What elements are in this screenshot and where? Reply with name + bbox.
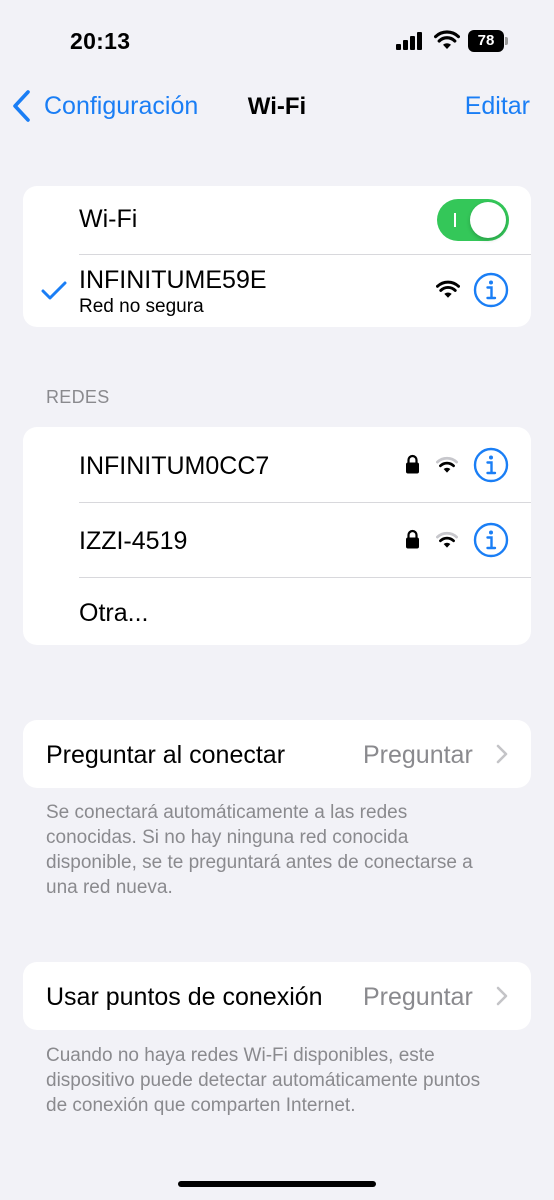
- wifi-toggle-row: Wi-Fi: [23, 186, 531, 254]
- hotspot-value: Preguntar: [363, 983, 473, 1011]
- wifi-toggle[interactable]: [437, 199, 509, 241]
- lock-icon: [406, 529, 419, 549]
- toggle-on-mark: [454, 213, 456, 227]
- cellular-signal-icon: [396, 32, 422, 50]
- chevron-right-icon: [496, 744, 508, 764]
- network-row-1[interactable]: IZZI-4519: [23, 502, 531, 577]
- wifi-strength-icon: [436, 456, 458, 473]
- connected-network-status: Red no segura: [79, 296, 204, 317]
- hotspot-card[interactable]: Usar puntos de conexión Preguntar: [23, 962, 531, 1030]
- connected-network-row[interactable]: INFINITUME59E Red no segura: [23, 254, 531, 327]
- edit-button[interactable]: Editar: [465, 92, 530, 121]
- hotspot-footnote: Cuando no haya redes Wi-Fi disponibles, …: [46, 1045, 481, 1116]
- status-time: 20:13: [70, 28, 131, 54]
- info-icon[interactable]: [473, 522, 509, 558]
- chevron-right-icon: [496, 986, 508, 1006]
- lock-icon: [406, 454, 419, 474]
- navigation-bar: Configuración Wi-Fi Editar: [0, 80, 554, 132]
- connected-network-name: INFINITUME59E: [79, 266, 267, 294]
- toggle-knob: [470, 202, 506, 238]
- network-name: IZZI-4519: [79, 527, 188, 555]
- ask-to-join-value: Preguntar: [363, 741, 473, 769]
- wifi-status-icon: [434, 30, 460, 49]
- wifi-card: Wi-Fi INFINITUME59E Red no segura: [23, 186, 531, 327]
- info-icon[interactable]: [473, 272, 509, 308]
- network-name: INFINITUM0CC7: [79, 452, 270, 480]
- battery-tip: [505, 37, 508, 45]
- hotspot-label: Usar puntos de conexión: [46, 983, 323, 1011]
- info-icon[interactable]: [473, 447, 509, 483]
- ask-to-join-card[interactable]: Preguntar al conectar Preguntar: [23, 720, 531, 788]
- checkmark-icon: [41, 281, 67, 300]
- wifi-strength-icon: [436, 280, 460, 298]
- wifi-strength-icon: [436, 531, 458, 548]
- status-bar: 20:13 78: [0, 0, 554, 80]
- ask-to-join-footnote: Se conectará automáticamente a las redes…: [46, 802, 473, 898]
- ask-to-join-label: Preguntar al conectar: [46, 741, 286, 769]
- networks-card: INFINITUM0CC7 IZZI-4519 Otra...: [23, 427, 531, 645]
- other-network-label: Otra...: [79, 599, 149, 627]
- other-network-row[interactable]: Otra...: [23, 577, 531, 645]
- home-indicator[interactable]: [178, 1181, 376, 1187]
- battery-indicator: 78: [468, 30, 508, 52]
- battery-level: 78: [468, 30, 504, 52]
- page-title: Wi-Fi: [247, 93, 307, 120]
- wifi-toggle-label: Wi-Fi: [79, 205, 138, 233]
- network-row-0[interactable]: INFINITUM0CC7: [23, 427, 531, 502]
- networks-section-header: REDES: [46, 387, 110, 407]
